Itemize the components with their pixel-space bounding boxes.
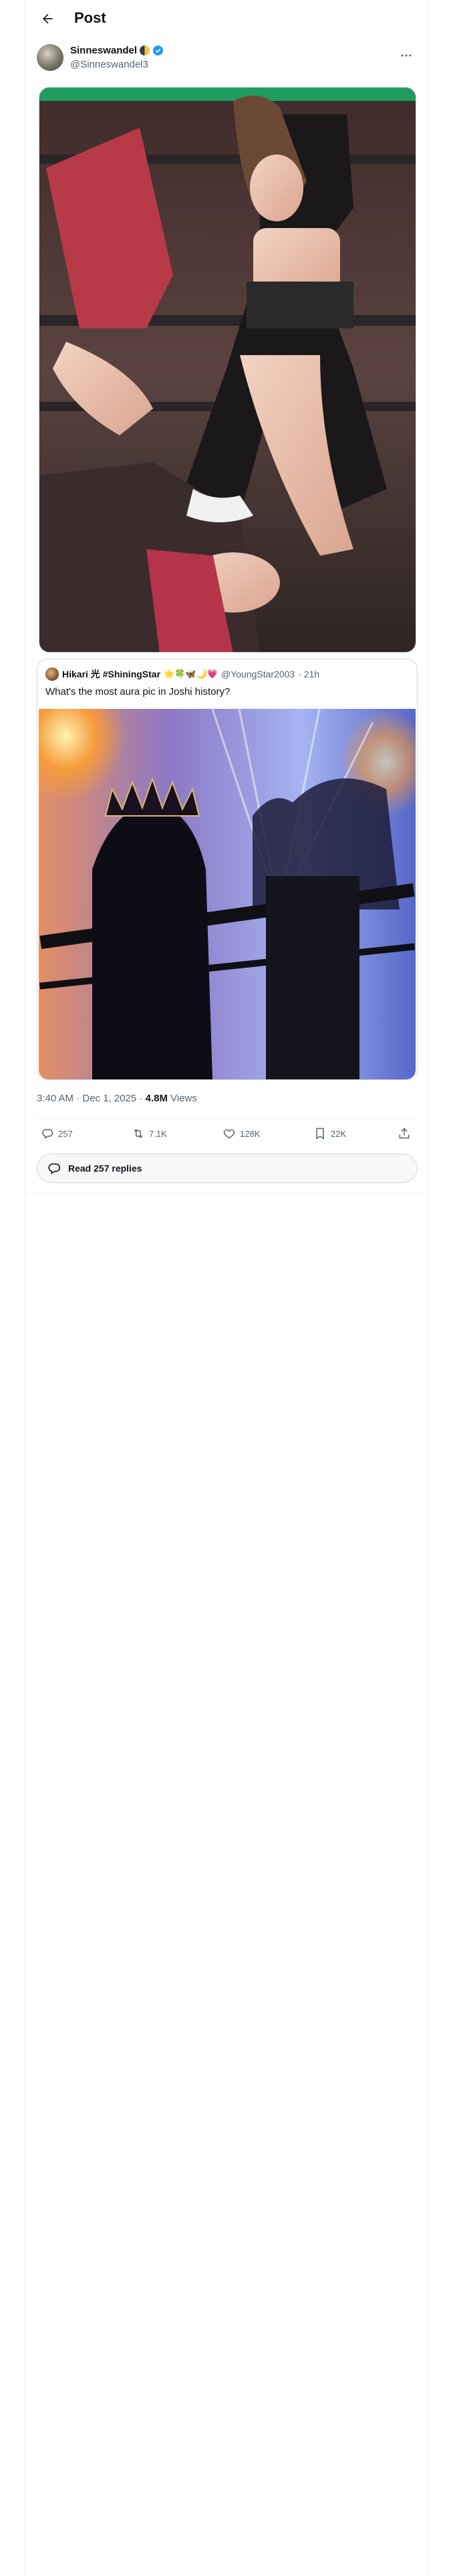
read-replies-button[interactable]: Read 257 replies: [37, 1154, 418, 1183]
post-author: Sinneswandel @Sinneswandel3: [37, 44, 418, 74]
reply-button[interactable]: 257: [41, 1127, 73, 1140]
entrance-photo: [39, 709, 416, 1079]
post-metadata: 3:40 AM · Dec 1, 2025 · 4.8M Views: [37, 1093, 197, 1104]
heart-icon: [223, 1129, 235, 1139]
more-dots-icon: [401, 54, 412, 57]
quote-author-name: Hikari 光 #ShiningStar: [62, 669, 161, 679]
quote-author-handle: @YoungStar2003: [220, 669, 295, 679]
repost-button[interactable]: 7.1K: [132, 1127, 167, 1140]
quote-emojis: 🌟🍀🦋🌙💗: [164, 669, 218, 679]
wrestling-photo: [39, 88, 416, 652]
like-count: 128K: [240, 1128, 261, 1139]
author-name[interactable]: Sinneswandel: [70, 45, 137, 56]
more-options-button[interactable]: [395, 44, 418, 67]
bookmark-icon: [316, 1128, 324, 1140]
action-bar: 257 7.1K 128K 22K: [37, 1119, 418, 1151]
views-label: Views: [170, 1093, 197, 1104]
verified-badge-icon: [153, 45, 163, 56]
repost-count: 7.1K: [149, 1128, 167, 1139]
quote-avatar: [45, 667, 59, 681]
avatar[interactable]: [37, 44, 63, 71]
like-button[interactable]: 128K: [222, 1127, 260, 1140]
reply-bubble-icon: [48, 1163, 60, 1174]
divider: [25, 1193, 428, 1194]
post-image[interactable]: [39, 87, 416, 653]
back-button[interactable]: [37, 8, 58, 29]
top-bar: Post: [25, 0, 428, 37]
post-timestamp[interactable]: 3:40 AM · Dec 1, 2025: [37, 1093, 136, 1104]
views-count: 4.8M: [145, 1093, 168, 1104]
timeline-column: Post Sinneswandel @Sinneswandel3 Hikari …: [24, 0, 428, 2576]
bookmark-count: 22K: [331, 1128, 347, 1139]
arrow-left-icon: [43, 13, 53, 24]
quote-text: What's the most aura pic in Joshi histor…: [45, 686, 231, 697]
reply-icon: [42, 1129, 53, 1139]
half-moon-icon: [140, 45, 150, 56]
share-icon: [399, 1128, 410, 1139]
bookmark-button[interactable]: 22K: [313, 1127, 346, 1140]
quoted-post[interactable]: Hikari 光 #ShiningStar 🌟🍀🦋🌙💗 @YoungStar20…: [37, 659, 418, 1080]
reply-count: 257: [58, 1128, 73, 1139]
quote-time: · 21h: [298, 669, 320, 679]
share-button[interactable]: [398, 1127, 411, 1140]
page-title: Post: [74, 9, 106, 26]
read-replies-label: Read 257 replies: [68, 1163, 142, 1174]
repost-icon: [134, 1129, 143, 1138]
quote-image[interactable]: [39, 709, 416, 1079]
author-handle[interactable]: @Sinneswandel3: [70, 59, 148, 70]
